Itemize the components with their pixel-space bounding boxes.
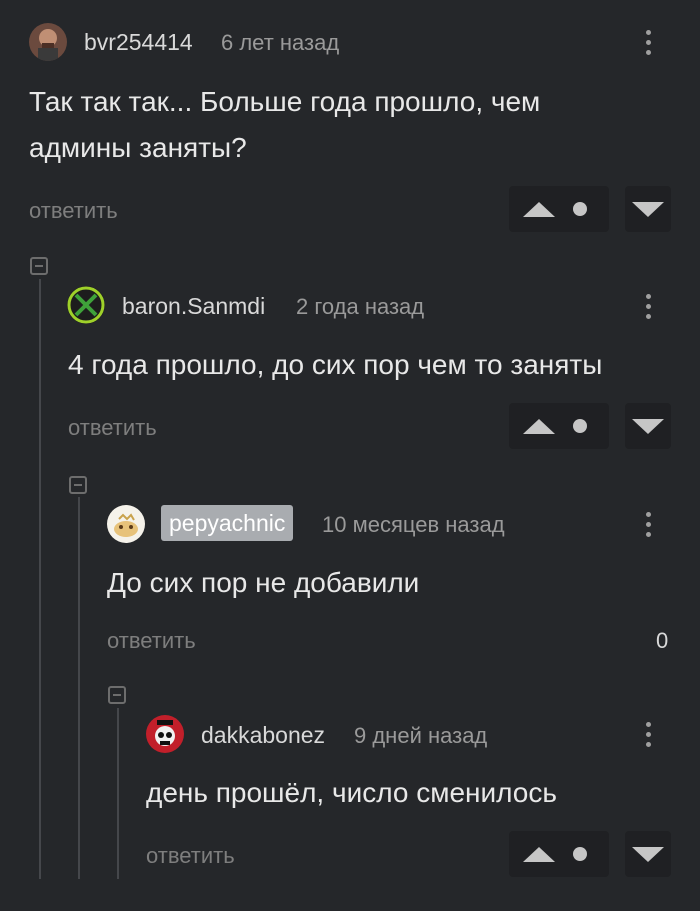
- collapse-thread-icon[interactable]: [69, 476, 87, 494]
- upvote-icon[interactable]: [523, 202, 555, 217]
- comment-username[interactable]: bvr254414: [84, 28, 193, 56]
- downvote-button[interactable]: [625, 403, 671, 449]
- downvote-button[interactable]: [625, 831, 671, 877]
- thread-line-level-2: [78, 497, 80, 879]
- user-cartoon-icon: [107, 505, 145, 543]
- comment-text: админы заняты?: [29, 132, 247, 163]
- comment-time: 10 месяцев назад: [322, 512, 505, 537]
- collapse-thread-icon[interactable]: [108, 686, 126, 704]
- save-dot-icon[interactable]: [573, 202, 587, 216]
- comment-text: Так так так... Больше года прошло, чем: [29, 86, 541, 117]
- thread-line-level-3: [117, 708, 119, 879]
- more-options-icon[interactable]: [638, 286, 658, 326]
- reply-button[interactable]: ответить: [29, 197, 118, 225]
- more-options-icon[interactable]: [638, 504, 658, 544]
- thread-line-level-1: [39, 279, 41, 879]
- avatar[interactable]: [29, 23, 67, 61]
- vote-controls: [509, 831, 609, 877]
- avatar[interactable]: [107, 505, 145, 543]
- upvote-icon[interactable]: [523, 847, 555, 862]
- more-options-icon[interactable]: [638, 22, 658, 62]
- comment-username[interactable]: baron.Sanmdi: [122, 292, 265, 320]
- comment-text: 4 года прошло, до сих пор чем то заняты: [68, 349, 603, 380]
- save-dot-icon[interactable]: [573, 419, 587, 433]
- reply-button[interactable]: ответить: [68, 414, 157, 442]
- save-dot-icon[interactable]: [573, 847, 587, 861]
- user-skull-icon: [146, 715, 184, 753]
- comment-text: До сих пор не добавили: [107, 567, 420, 598]
- comment-text: день прошёл, число сменилось: [146, 777, 557, 808]
- avatar[interactable]: [146, 715, 184, 753]
- comment-username[interactable]: dakkabonez: [201, 721, 325, 749]
- comment-username[interactable]: pepyachnic: [161, 505, 294, 541]
- vote-controls: [509, 403, 609, 449]
- user-photo-icon: [29, 23, 67, 61]
- avatar[interactable]: [67, 286, 105, 324]
- downvote-icon: [632, 419, 664, 434]
- comment-time: 6 лет назад: [221, 30, 340, 55]
- downvote-button[interactable]: [625, 186, 671, 232]
- comment-time: 9 дней назад: [354, 723, 488, 748]
- more-options-icon[interactable]: [638, 714, 658, 754]
- downvote-icon: [632, 202, 664, 217]
- reply-button[interactable]: ответить: [107, 627, 196, 655]
- collapse-thread-icon[interactable]: [30, 257, 48, 275]
- downvote-icon: [632, 847, 664, 862]
- reply-button[interactable]: ответить: [146, 842, 235, 870]
- upvote-icon[interactable]: [523, 419, 555, 434]
- comment-time: 2 года назад: [296, 294, 425, 319]
- vote-controls: [509, 186, 609, 232]
- user-logo-icon: [67, 286, 105, 324]
- rating-value: 0: [656, 628, 669, 653]
